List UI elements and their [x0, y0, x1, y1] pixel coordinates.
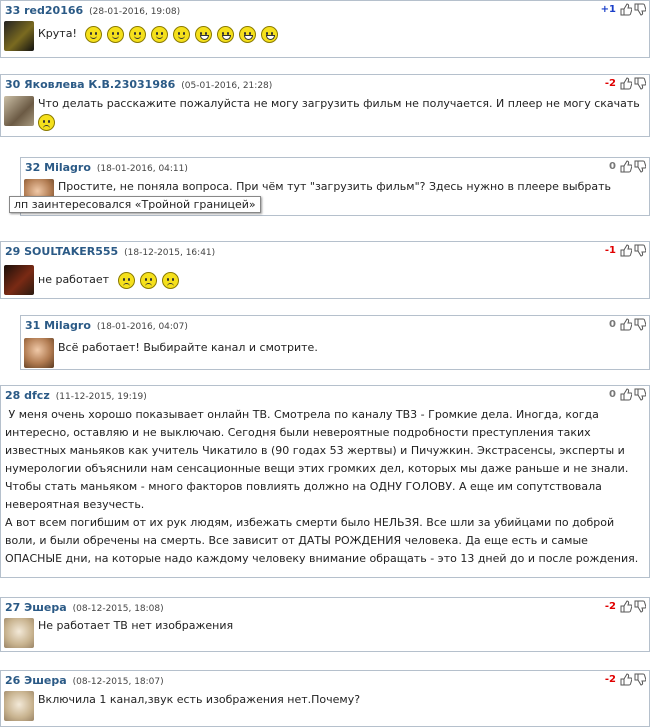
avatar[interactable] [4, 96, 34, 126]
comment-author[interactable]: 30 Яковлева К.В.23031986 [5, 78, 175, 91]
rating-score: -1 [604, 245, 616, 256]
thumb-up-icon[interactable] [620, 600, 632, 613]
thumb-up-icon[interactable] [620, 160, 632, 173]
grin-smiley-icon [217, 25, 235, 43]
tooltip: лп заинтересовался «Тройной границей» [9, 196, 261, 213]
smiley-icon [129, 25, 147, 43]
comment-29: 29 SOULTAKER555 (18-12-2015, 16:41) -1 не… [0, 241, 650, 299]
comment-author[interactable]: 32 Milagro [25, 161, 91, 174]
comment-text: Не работает ТВ нет изображения [38, 619, 234, 632]
comment-date: (28-01-2016, 19:08) [89, 7, 181, 17]
sad-smiley-icon [139, 271, 157, 289]
comment-30: 30 Яковлева К.В.23031986 (05-01-2016, 21:… [0, 74, 650, 137]
comment-author[interactable]: 31 Milagro [25, 319, 91, 332]
comment-date: (08-12-2015, 18:08) [72, 604, 164, 614]
thumb-down-icon[interactable] [634, 77, 646, 90]
comment-date: (18-01-2016, 04:11) [96, 164, 188, 174]
sad-smiley-icon [38, 113, 55, 131]
avatar[interactable] [4, 265, 34, 295]
comment-date: (08-12-2015, 18:07) [72, 677, 164, 687]
avatar[interactable] [4, 618, 34, 648]
comment-author[interactable]: 26 Эшера [5, 674, 67, 687]
comment-text: Что делать расскажите пожалуйста не могу… [38, 97, 640, 110]
comment-date: (18-01-2016, 04:07) [96, 322, 188, 332]
thumb-down-icon[interactable] [634, 3, 646, 16]
comment-author[interactable]: 27 Эшера [5, 601, 67, 614]
comment-33: 33 red20166 (28-01-2016, 19:08) +1 Крута! [0, 0, 650, 58]
thumb-down-icon[interactable] [634, 160, 646, 173]
sad-smiley-icon [161, 271, 179, 289]
comment-date: (18-12-2015, 16:41) [124, 248, 216, 258]
smiley-icon [107, 25, 125, 43]
grin-smiley-icon [195, 25, 213, 43]
comment-author[interactable]: 29 SOULTAKER555 [5, 245, 118, 258]
rating-score: 0 [609, 389, 616, 400]
comment-text: Крута! [38, 27, 77, 40]
rating-score: 0 [609, 161, 616, 172]
thumb-down-icon[interactable] [634, 600, 646, 613]
avatar[interactable] [4, 691, 34, 721]
comment-31-reply: 31 Milagro (18-01-2016, 04:07) 0 Всё рабо… [20, 315, 650, 370]
comment-text: не работает [38, 273, 110, 286]
smiley-icon [151, 25, 169, 43]
comment-date: (11-12-2015, 19:19) [55, 392, 147, 402]
thumb-up-icon[interactable] [620, 673, 632, 686]
avatar[interactable] [24, 338, 54, 368]
rating-score: +1 [600, 4, 616, 15]
thumb-up-icon[interactable] [620, 3, 632, 16]
comment-26: 26 Эшера (08-12-2015, 18:07) -2 Включила … [0, 670, 650, 727]
rating-score: -2 [604, 78, 616, 89]
comment-text: Включила 1 канал,звук есть изображения н… [38, 693, 361, 706]
comment-text-2: А вот всем погибшим от их рук людям, изб… [5, 516, 639, 565]
smiley-icon [85, 25, 103, 43]
thumb-down-icon[interactable] [634, 673, 646, 686]
thumb-up-icon[interactable] [620, 388, 632, 401]
thumb-down-icon[interactable] [634, 388, 646, 401]
thumb-up-icon[interactable] [620, 244, 632, 257]
comment-28: 28 dfcz (11-12-2015, 19:19) 0 У меня очен… [0, 385, 650, 578]
comment-date: (05-01-2016, 21:28) [181, 81, 273, 91]
comment-author[interactable]: 28 dfcz [5, 389, 50, 402]
grin-smiley-icon [261, 25, 279, 43]
thumb-down-icon[interactable] [634, 244, 646, 257]
avatar[interactable] [4, 21, 34, 51]
thumb-up-icon[interactable] [620, 318, 632, 331]
comment-text: Всё работает! Выбирайте канал и смотрите… [58, 341, 318, 354]
rating-score: -2 [604, 674, 616, 685]
comment-text: У меня очень хорошо показывает онлайн ТВ… [5, 408, 632, 511]
rating-score: -2 [604, 601, 616, 612]
rating-score: 0 [609, 319, 616, 330]
sad-smiley-icon [117, 271, 135, 289]
comment-author[interactable]: 33 red20166 [5, 4, 83, 17]
comment-27: 27 Эшера (08-12-2015, 18:08) -2 Не работа… [0, 597, 650, 652]
smiley-icon [173, 25, 191, 43]
grin-smiley-icon [239, 25, 257, 43]
thumb-up-icon[interactable] [620, 77, 632, 90]
thumb-down-icon[interactable] [634, 318, 646, 331]
